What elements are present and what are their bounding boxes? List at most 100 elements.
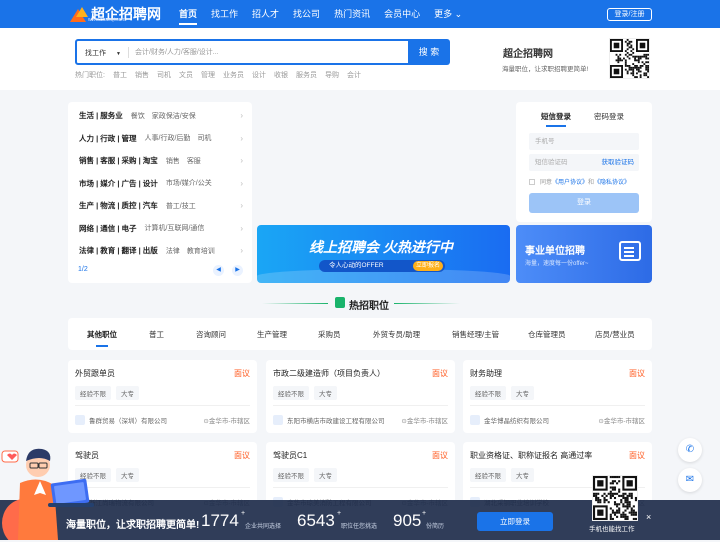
category-sub[interactable]: 计算机/互联网/通信 xyxy=(145,223,205,233)
hot-keywords-label: 热门职位: xyxy=(75,72,105,79)
company-name: 东阳市横店市政建设工程有限公司 xyxy=(287,418,385,425)
next-page-icon[interactable]: ▶ xyxy=(232,265,243,276)
job-title[interactable]: 驾驶员C1 xyxy=(273,450,307,461)
online-job-fair-banner[interactable]: 线上招聘会 火热进行中 令人心动的OFFER 立即报名 xyxy=(257,225,510,283)
tab-job-category[interactable]: 店员/营业员 xyxy=(595,329,635,340)
login-now-button[interactable]: 立即登录 xyxy=(477,512,553,531)
hot-keyword[interactable]: 管理 xyxy=(201,70,215,80)
hot-keyword[interactable]: 普工 xyxy=(113,70,127,80)
privacy-agreement-link[interactable]: 《隐私协议》 xyxy=(594,177,630,186)
category-main[interactable]: 生活 | 服务业 xyxy=(79,110,123,121)
caret-down-icon: ▼ xyxy=(116,51,121,57)
tab-job-category[interactable]: 仓库管理员 xyxy=(528,329,566,340)
nav-item-1[interactable]: 找工作 xyxy=(204,0,245,28)
category-main[interactable]: 法律 | 教育 | 翻译 | 出版 xyxy=(79,245,158,256)
company-info[interactable]: 金华博晶纺织有限公司 xyxy=(470,415,549,425)
category-sub[interactable]: 市场/媒介/公关 xyxy=(166,178,212,188)
category-row[interactable]: 生产 | 物流 | 质控 | 汽车 普工/技工 › xyxy=(79,200,245,211)
company-info[interactable]: 鲁群贸易（深圳）有限公司 xyxy=(75,415,167,425)
category-row[interactable]: 生活 | 服务业 餐饮 家政保洁/安保 › xyxy=(79,110,245,121)
prev-page-icon[interactable]: ◀ xyxy=(213,265,224,276)
job-location: ⊙金华市-市辖区 xyxy=(203,415,250,425)
category-sub[interactable]: 销售 xyxy=(166,156,180,166)
close-icon[interactable]: × xyxy=(646,512,651,522)
nav-item-3[interactable]: 找公司 xyxy=(286,0,327,28)
category-sub[interactable]: 教育培训 xyxy=(187,246,215,256)
category-sub[interactable]: 司机 xyxy=(197,133,211,143)
search-box: 找工作 ▼ 搜 索 xyxy=(75,39,450,65)
hot-keyword[interactable]: 收银 xyxy=(274,70,288,80)
category-row[interactable]: 市场 | 媒介 | 广告 | 设计 市场/媒介/公关 › xyxy=(79,178,245,189)
get-code-button[interactable]: 获取验证码 xyxy=(602,154,635,171)
category-row[interactable]: 法律 | 教育 | 翻译 | 出版 法律 教育培训 › xyxy=(79,245,245,256)
search-input[interactable] xyxy=(135,45,395,59)
sign-up-button[interactable]: 立即报名 xyxy=(413,261,443,271)
nav-item-label: 会员中心 xyxy=(384,9,421,19)
search-type-select[interactable]: 找工作 ▼ xyxy=(85,48,121,58)
logo-icon xyxy=(70,5,88,23)
user-agreement-link[interactable]: 《用户协议》 xyxy=(552,177,588,186)
job-card[interactable]: 市政二级建造师（项目负责人） 面议 经验不限 大专 东阳市横店市政建设工程有限公司 ⊙金华… xyxy=(266,360,455,433)
chat-icon[interactable]: ✉ xyxy=(678,468,702,492)
tab-job-category[interactable]: 生产管理 xyxy=(257,329,287,340)
job-title[interactable]: 财务助理 xyxy=(470,368,502,379)
nav-item-0[interactable]: 首页 xyxy=(172,0,204,28)
category-sub[interactable]: 法律 xyxy=(166,246,180,256)
nav-item-6[interactable]: 更多 ⌄ xyxy=(427,0,469,28)
job-card[interactable]: 外贸跟单员 面议 经验不限 大专 鲁群贸易（深圳）有限公司 ⊙金华市-市辖区 xyxy=(68,360,257,433)
tab-job-category[interactable]: 咨询顾问 xyxy=(196,329,226,340)
hot-keyword[interactable]: 文员 xyxy=(179,70,193,80)
category-main[interactable]: 网络 | 通信 | 电子 xyxy=(79,223,137,234)
category-row[interactable]: 销售 | 客服 | 采购 | 淘宝 销售 客服 › xyxy=(79,155,245,166)
tab-job-category[interactable]: 外贸专员/助理 xyxy=(373,329,420,340)
nav-item-4[interactable]: 热门资讯 xyxy=(327,0,377,28)
category-sub[interactable]: 普工/技工 xyxy=(166,201,196,211)
phone-icon[interactable]: ✆ xyxy=(678,438,702,462)
job-tag: 经验不限 xyxy=(273,386,309,400)
tab-job-category[interactable]: 销售经理/主管 xyxy=(452,329,499,340)
public-institution-banner[interactable]: 事业单位招聘 海量，速度每一份offer~ xyxy=(516,225,652,283)
category-sub[interactable]: 餐饮 xyxy=(131,111,145,121)
tab-job-category[interactable]: 普工 xyxy=(149,329,164,340)
agree-checkbox[interactable] xyxy=(529,178,535,185)
hot-keyword[interactable]: 司机 xyxy=(157,70,171,80)
tab-password-login[interactable]: 密码登录 xyxy=(594,111,624,122)
nav-item-2[interactable]: 招人才 xyxy=(245,0,286,28)
phone-input[interactable]: 手机号 xyxy=(529,133,639,150)
hot-keyword[interactable]: 会计 xyxy=(347,70,361,80)
category-main[interactable]: 生产 | 物流 | 质控 | 汽车 xyxy=(79,200,158,211)
hot-jobs-icon xyxy=(335,297,345,308)
job-title[interactable]: 市政二级建造师（项目负责人） xyxy=(273,368,385,379)
job-title[interactable]: 职业资格证、职称证报名 高通过率 xyxy=(470,450,592,461)
tab-sms-login[interactable]: 短信登录 xyxy=(541,111,571,127)
hot-keyword[interactable]: 销售 xyxy=(135,70,149,80)
company-name: 鲁群贸易（深圳）有限公司 xyxy=(89,418,167,425)
category-main[interactable]: 人力 | 行政 | 管理 xyxy=(79,133,137,144)
login-submit-button[interactable]: 登录 xyxy=(529,193,639,213)
category-sub[interactable]: 人事/行政/后勤 xyxy=(145,133,191,143)
job-card[interactable]: 财务助理 面议 经验不限 大专 金华博晶纺织有限公司 ⊙金华市-市辖区 xyxy=(463,360,652,433)
hot-keyword[interactable]: 设计 xyxy=(252,70,266,80)
category-sub[interactable]: 家政保洁/安保 xyxy=(152,111,196,121)
nav-item-5[interactable]: 会员中心 xyxy=(377,0,427,28)
category-main[interactable]: 销售 | 客服 | 采购 | 淘宝 xyxy=(79,155,158,166)
tab-job-category[interactable]: 其他职位 xyxy=(87,329,117,347)
search-button[interactable]: 搜 索 xyxy=(408,39,450,65)
category-sub[interactable]: 客服 xyxy=(187,156,201,166)
job-tag: 大专 xyxy=(511,386,534,400)
company-logo-icon xyxy=(75,415,85,425)
tab-job-category[interactable]: 采购员 xyxy=(318,329,341,340)
hot-keyword[interactable]: 导购 xyxy=(325,70,339,80)
sms-code-input[interactable]: 短信验证码 获取验证码 xyxy=(529,154,639,171)
company-info[interactable]: 东阳市横店市政建设工程有限公司 xyxy=(273,415,385,425)
main-nav: 首页 找工作 招人才 找公司 热门资讯 会员中心 更多 ⌄ xyxy=(172,0,469,28)
category-row[interactable]: 人力 | 行政 | 管理 人事/行政/后勤 司机 › xyxy=(79,133,245,144)
hot-keyword[interactable]: 业务员 xyxy=(223,70,244,80)
logo-domain: www.chaoqi.com xyxy=(88,17,126,23)
login-register-button[interactable]: 登录/注册 xyxy=(607,8,652,21)
banner2-title: 事业单位招聘 xyxy=(525,246,585,257)
category-row[interactable]: 网络 | 通信 | 电子 计算机/互联网/通信 › xyxy=(79,223,245,234)
category-main[interactable]: 市场 | 媒介 | 广告 | 设计 xyxy=(79,178,158,189)
job-title[interactable]: 外贸跟单员 xyxy=(75,368,115,379)
hot-keyword[interactable]: 服务员 xyxy=(296,70,317,80)
